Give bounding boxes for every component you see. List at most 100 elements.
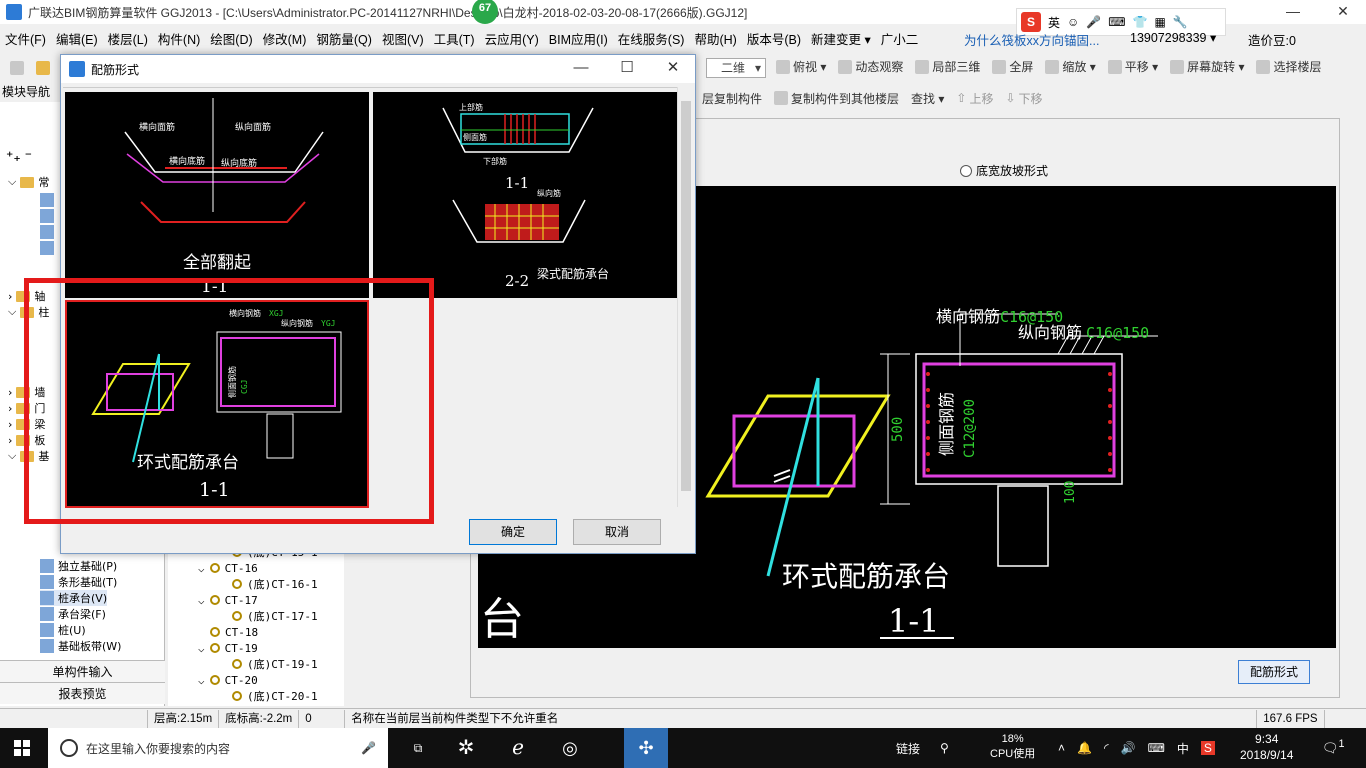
people-icon[interactable]: ⚲ — [940, 741, 949, 755]
new-file-icon[interactable] — [4, 61, 30, 75]
menu-draw[interactable]: 绘图(D) — [205, 29, 257, 48]
top-view-button[interactable]: 俯视 ▾ — [770, 58, 832, 75]
notification-bell-icon[interactable]: 🔔 — [1077, 741, 1092, 755]
open-file-icon[interactable] — [30, 61, 56, 75]
wifi-icon[interactable]: ◜ — [1104, 741, 1109, 755]
clock[interactable]: 9:34 2018/9/14 — [1240, 731, 1293, 763]
list-item[interactable]: ⌵ CT-20 — [198, 672, 258, 688]
tree-subitem[interactable] — [40, 224, 54, 240]
minimize-button[interactable]: — — [561, 55, 601, 83]
menu-component[interactable]: 构件(N) — [153, 29, 205, 48]
menu-version[interactable]: 版本号(B) — [742, 29, 806, 48]
menu-assistant[interactable]: 广小二 — [876, 29, 924, 48]
ggj-app-icon[interactable]: ✣ — [624, 728, 668, 768]
volume-icon[interactable]: 🔊 — [1121, 741, 1136, 755]
fan-app-icon[interactable]: ✲ — [452, 734, 480, 762]
slope-radio[interactable]: 底宽放坡形式 — [960, 162, 1048, 179]
scroll-thumb[interactable] — [681, 101, 691, 491]
menu-view[interactable]: 视图(V) — [377, 29, 429, 48]
grid-icon — [40, 241, 54, 255]
tree-node-common[interactable]: ⌵ 常 — [8, 174, 49, 190]
dialog-scrollbar[interactable] — [677, 87, 693, 507]
cancel-button[interactable]: 取消 — [573, 519, 661, 545]
tree-item-cap-beam[interactable]: 承台梁(F) — [40, 606, 106, 622]
menu-modify[interactable]: 修改(M) — [258, 29, 312, 48]
cost-bean-count: 造价豆:0 — [1248, 34, 1296, 48]
ie-browser-icon[interactable]: ℯ — [504, 734, 532, 762]
taskbar-search[interactable]: 在这里输入你要搜索的内容 🎤 — [48, 728, 388, 768]
tray-link[interactable]: 链接 — [896, 740, 920, 757]
local-3d-button[interactable]: 局部三维 — [909, 58, 986, 75]
menu-help[interactable]: 帮助(H) — [689, 29, 741, 48]
select-floor-button[interactable]: 选择楼层 — [1250, 58, 1327, 75]
menu-tools[interactable]: 工具(T) — [429, 29, 480, 48]
maximize-button[interactable]: ☐ — [607, 55, 647, 83]
input-language[interactable]: 中 — [1177, 740, 1189, 757]
dynamic-view-button[interactable]: 动态观察 — [832, 58, 909, 75]
gear-icon — [209, 595, 220, 605]
list-item[interactable]: ⌵ CT-17 — [198, 592, 258, 608]
menu-rebar-qty[interactable]: 钢筋量(Q) — [311, 29, 377, 48]
pan-button[interactable]: 平移 ▾ — [1102, 58, 1164, 75]
scrollbar[interactable] — [344, 542, 356, 706]
tree-item-pile-cap[interactable]: 桩承台(V) — [40, 590, 108, 606]
sogou-tray-icon[interactable]: S — [1200, 741, 1215, 755]
single-component-input-button[interactable]: 单构件输入 — [0, 660, 165, 682]
view-mode-dropdown[interactable]: 二维 — [706, 58, 766, 78]
rebar-option-beam-type[interactable]: 上部筋 侧面筋 下部筋 1-1 纵向筋 2-2 梁式配筋承台 — [373, 92, 677, 298]
list-item[interactable]: ⌵ CT-16 — [198, 560, 258, 576]
report-preview-button[interactable]: 报表预览 — [0, 682, 165, 704]
promo-link[interactable]: 为什么筏板xx方向锚固... — [964, 30, 1099, 49]
tree-subitem[interactable] — [40, 240, 54, 256]
tree-item-pile[interactable]: 桩(U) — [40, 622, 86, 638]
windows-start-icon[interactable] — [14, 740, 30, 756]
list-item[interactable]: (底)CT-17-1 — [232, 608, 318, 624]
menu-file[interactable]: 文件(F) — [0, 29, 51, 48]
view-tools: 俯视 ▾ 动态观察 局部三维 全屏 缩放 ▾ 平移 ▾ 屏幕旋转 ▾ 选择楼层 — [770, 58, 1328, 75]
menu-new-change[interactable]: 新建变更 ▾ — [806, 29, 876, 48]
action-center-icon[interactable]: 🗨1 — [1322, 738, 1345, 756]
status-floor-height: 层高:2.15m — [148, 709, 220, 728]
minimize-button[interactable]: — — [1270, 0, 1316, 24]
tree-item-isolated-footing[interactable]: 独立基础(P) — [40, 558, 117, 574]
rotate-screen-button[interactable]: 屏幕旋转 ▾ — [1164, 58, 1250, 75]
list-item[interactable]: (底)CT-16-1 — [232, 576, 318, 592]
list-item[interactable]: (底)CT-19-1 — [232, 656, 318, 672]
notification-count: 1 — [1338, 738, 1345, 750]
close-button[interactable]: ✕ — [653, 55, 693, 83]
menu-floor[interactable]: 楼层(L) — [103, 29, 153, 48]
microphone-icon[interactable]: 🎤 — [361, 741, 376, 755]
tree-item-foundation-strip[interactable]: 基础板带(W) — [40, 638, 121, 654]
rebar-form-button[interactable]: 配筋形式 — [1238, 660, 1310, 684]
menu-edit[interactable]: 编辑(E) — [51, 29, 103, 48]
menu-online[interactable]: 在线服务(S) — [613, 29, 690, 48]
copy-to-other-floors-button[interactable]: 复制构件到其他楼层 — [768, 90, 905, 107]
fullscreen-button[interactable]: 全屏 — [986, 58, 1039, 75]
rebar-option-full-bent[interactable]: 横向面筋 纵向面筋 横向底筋 纵向底筋 全部翻起 1-1 — [65, 92, 369, 298]
tree-subitem[interactable] — [40, 192, 54, 208]
list-item[interactable]: (底)CT-20-1 — [232, 688, 318, 704]
ok-button[interactable]: 确定 — [469, 519, 557, 545]
account-phone[interactable]: 13907298339 ▾ — [1130, 30, 1216, 45]
cpu-usage[interactable]: 18% CPU使用 — [990, 732, 1035, 762]
zoom-button[interactable]: 缩放 ▾ — [1039, 58, 1101, 75]
chevron-up-icon[interactable]: ˄ — [1058, 741, 1065, 755]
menu-cloud[interactable]: 云应用(Y) — [480, 29, 544, 48]
list-item[interactable]: CT-18 — [210, 624, 258, 640]
close-button[interactable]: ✕ — [1320, 0, 1366, 24]
cad-dim-500: 500 — [890, 417, 906, 442]
move-down-button[interactable]: ⇩ 下移 — [999, 90, 1048, 107]
expand-collapse-icon[interactable]: ⁺₊ ⁻ — [6, 148, 32, 165]
task-view-icon[interactable]: ⧉ — [404, 734, 432, 762]
move-up-button[interactable]: ⇧ 上移 — [950, 90, 999, 107]
tree-item-strip-footing[interactable]: 条形基础(T) — [40, 574, 117, 590]
keyboard-icon[interactable]: ⌨ — [1148, 741, 1165, 755]
app-icon[interactable]: ◎ — [556, 734, 584, 762]
find-button[interactable]: 查找 ▾ — [905, 90, 950, 107]
copy-floor-component-button[interactable]: 层复制构件 — [696, 90, 768, 107]
list-item[interactable]: ⌵ CT-19 — [198, 640, 258, 656]
menu-bim[interactable]: BIM应用(I) — [544, 29, 613, 48]
status-fps: 167.6 FPS — [1257, 709, 1325, 728]
tree-subitem[interactable] — [40, 208, 54, 224]
radio-icon[interactable] — [960, 164, 972, 177]
